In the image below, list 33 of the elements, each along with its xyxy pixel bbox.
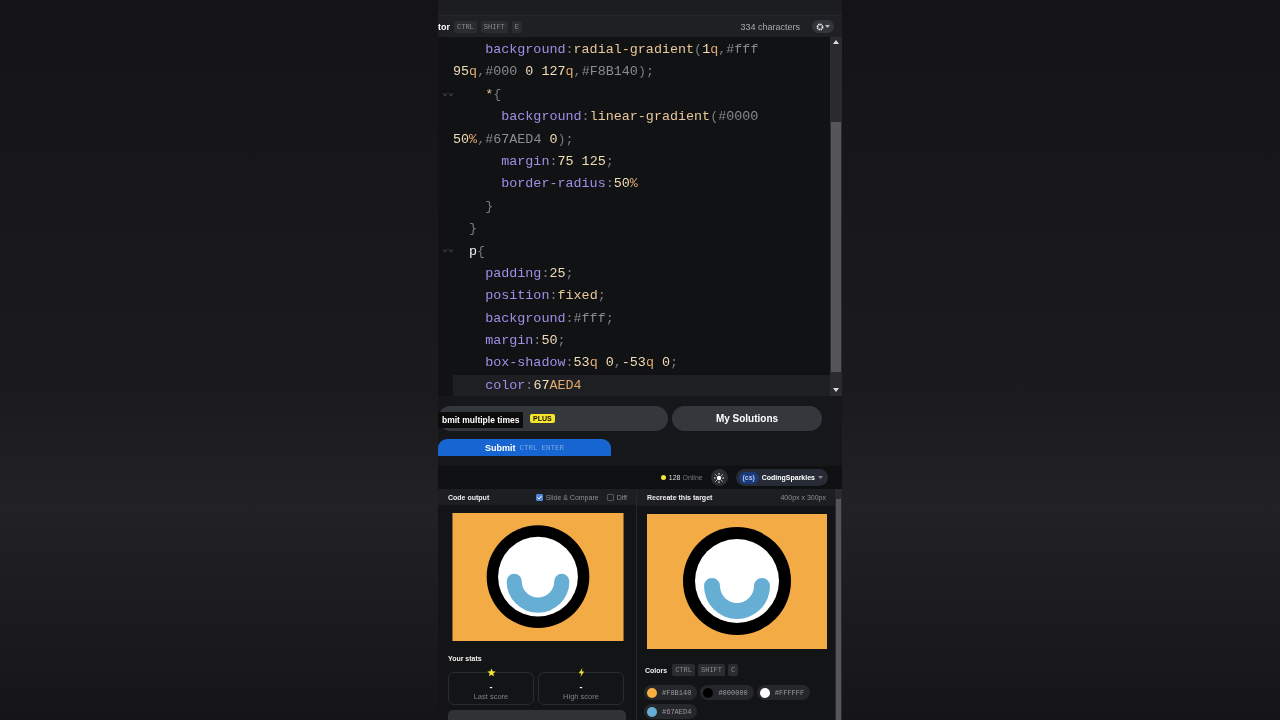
settings-button[interactable] [812, 20, 834, 33]
lightning-icon [577, 668, 585, 678]
code-line: p{ [468, 242, 486, 261]
scrollbar[interactable] [830, 37, 842, 396]
code-line: background:#fff; [484, 309, 614, 328]
code-line: margin:75 125; [500, 152, 614, 171]
scrollbar[interactable] [835, 489, 842, 720]
code-line: color:67AED4 [484, 376, 582, 395]
caret-icon [818, 475, 823, 480]
code-line: position:fixed; [484, 287, 606, 306]
code-line: background:radial-gradient(1q,#fff [484, 41, 759, 59]
scroll-up-icon[interactable] [833, 40, 839, 45]
gear-icon [816, 22, 824, 31]
theme-toggle-button[interactable] [710, 469, 728, 486]
tooltip: bmit multiple times [438, 412, 524, 428]
status-dot-icon [660, 475, 666, 480]
code-line: } [484, 197, 494, 216]
code-line: 95q,#000 0 127q,#F8B140); [453, 63, 654, 82]
code-line: padding:25; [484, 264, 574, 283]
star-icon [486, 668, 496, 678]
code-line: 50%,#67AED4 0); [453, 130, 574, 149]
editor-title: tor [438, 21, 450, 32]
code-line: *{ [484, 85, 502, 104]
code-line: margin:50; [484, 332, 566, 351]
scroll-down-icon[interactable] [833, 388, 839, 393]
character-count: 334 characters [740, 21, 800, 32]
code-line: background:linear-gradient(#0000 [500, 108, 759, 127]
checkmark-icon [536, 494, 542, 500]
caret-icon [825, 24, 830, 29]
my-solutions-button[interactable]: My Solutions [672, 406, 822, 431]
code-line: border-radius:50% [500, 175, 638, 194]
code-line: } [468, 220, 478, 239]
code-line: box-shadow:53q 0,-53q 0; [484, 354, 679, 373]
